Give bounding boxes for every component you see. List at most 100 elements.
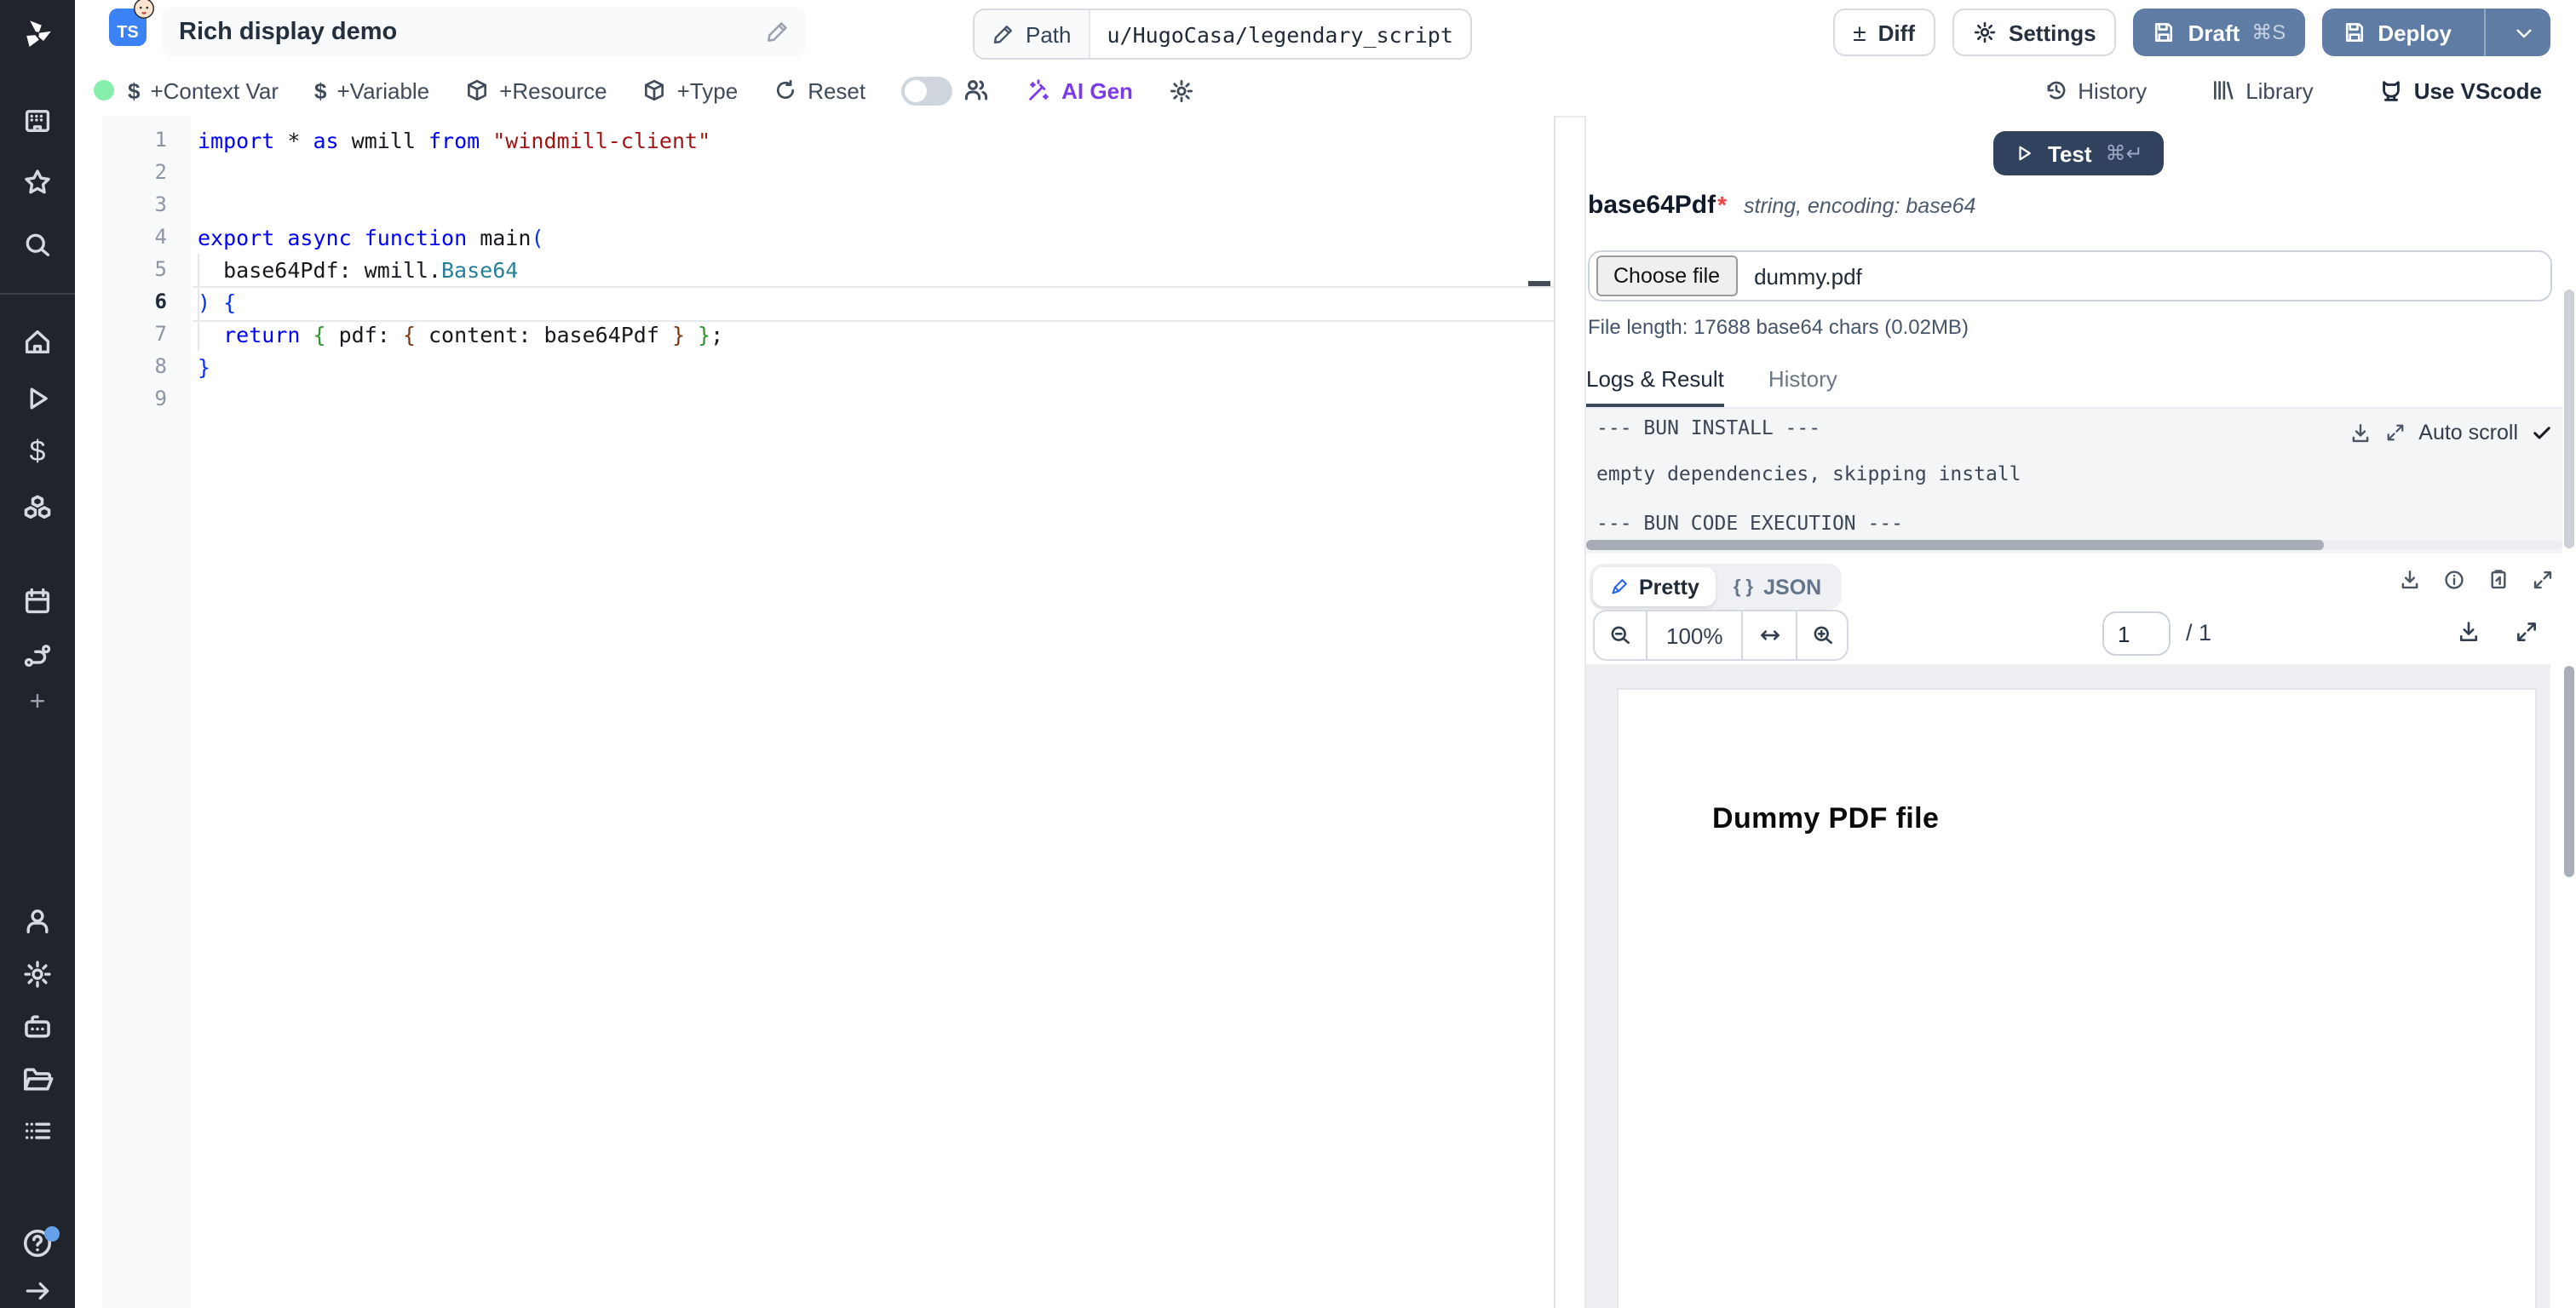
line-number: 4 [154, 225, 167, 249]
line-number: 1 [154, 128, 167, 152]
code-editor[interactable]: 1 2 3 4 5 6 7 8 9 import * as wmill from "windmi… [75, 116, 1554, 1308]
tab-history[interactable]: History [1768, 366, 1837, 407]
path-badge[interactable]: Path u/HugoCasa/legendary_script [973, 9, 1472, 60]
expand-result-icon[interactable] [2532, 569, 2554, 591]
add-plus-icon[interactable]: + [30, 688, 46, 719]
code-line[interactable]: ) { [198, 286, 723, 318]
pdf-page: Dummy PDF file [1617, 688, 2537, 1308]
add-context-var-button[interactable]: $ +Context Var [128, 77, 279, 103]
edit-title-pencil-icon[interactable] [765, 20, 789, 43]
line-number: 7 [154, 322, 167, 346]
info-icon[interactable] [2443, 569, 2465, 591]
people-icon [963, 77, 990, 104]
code-line[interactable]: export async function main( [198, 221, 723, 254]
path-value: u/HugoCasa/legendary_script [1107, 21, 1453, 47]
argument-type: string, encoding: base64 [1744, 194, 1976, 218]
pdf-viewer[interactable]: Dummy PDF file [1586, 664, 2550, 1308]
choose-file-button[interactable]: Choose file [1596, 255, 1738, 296]
pdf-expand-icon[interactable] [2515, 620, 2539, 644]
history-button[interactable]: History [2044, 77, 2147, 103]
deploy-button[interactable]: Deploy [2321, 9, 2550, 56]
windmill-logo-icon[interactable] [20, 17, 55, 51]
pdf-download-icon[interactable] [2457, 620, 2481, 644]
code-content[interactable]: import * as wmill from "windmill-client"… [198, 124, 723, 416]
tab-logs-result[interactable]: Logs & Result [1586, 366, 1724, 407]
home-icon[interactable] [22, 327, 53, 358]
play-icon [2014, 143, 2034, 164]
windmill-script-editor: $ + TS Rich display demo Path u/HugoCasa… [0, 0, 2576, 1308]
code-line[interactable]: import * as wmill from "windmill-client" [198, 124, 723, 157]
collapse-arrow-icon[interactable] [23, 1276, 52, 1305]
status-green-dot [94, 80, 114, 100]
selected-file-name: dummy.pdf [1754, 263, 1862, 289]
code-line[interactable]: return { pdf: { content: base64Pdf } }; [198, 318, 723, 351]
line-number: 5 [154, 257, 167, 281]
code-line[interactable] [198, 383, 723, 416]
download-result-icon[interactable] [2399, 569, 2421, 591]
library-button[interactable]: Library [2211, 77, 2314, 103]
result-tab-json[interactable]: { } JSON [1716, 575, 1838, 599]
collab-toggle-group [901, 76, 990, 105]
folders-icon[interactable] [21, 1064, 54, 1096]
diff-button[interactable]: ± Diff [1832, 9, 1935, 56]
add-variable-button[interactable]: $ +Variable [314, 77, 429, 103]
user-icon[interactable] [22, 906, 53, 937]
pdf-actions [2457, 620, 2539, 644]
variables-dollar-icon[interactable]: $ [30, 437, 46, 469]
auto-scroll-check-icon[interactable] [2532, 422, 2552, 443]
test-button[interactable]: Test ⌘↵ [1993, 131, 2164, 175]
history-clock-icon [2044, 78, 2067, 102]
editor-toolbar: $ +Context Var $ +Variable +Resource +Ty… [75, 65, 2576, 118]
reset-button[interactable]: Reset [773, 77, 865, 103]
schedules-calendar-icon[interactable] [22, 586, 53, 617]
editor-panel-divider[interactable] [1554, 116, 1555, 1308]
apps-icon[interactable] [22, 106, 53, 136]
pdf-page-text: Dummy PDF file [1712, 802, 1940, 835]
log-horizontal-scrollbar-thumb[interactable] [1586, 540, 2324, 550]
favorites-star-icon[interactable] [22, 167, 53, 198]
auto-scroll-label: Auto scroll [2418, 421, 2518, 445]
add-resource-button[interactable]: +Resource [465, 77, 607, 103]
add-type-button[interactable]: +Type [643, 77, 738, 103]
download-logs-icon[interactable] [2349, 422, 2371, 444]
pdf-zoom-percent[interactable]: 100% [1646, 611, 1742, 659]
draft-button[interactable]: Draft ⌘S [2133, 9, 2305, 56]
code-line[interactable] [198, 189, 723, 221]
settings-gear-icon[interactable] [22, 959, 53, 990]
file-input[interactable]: Choose file dummy.pdf [1588, 250, 2552, 301]
header-actions: ± Diff Settings Draft ⌘S Deploy [1832, 9, 2550, 56]
pretty-pen-icon [1610, 577, 1629, 596]
save-icon [2153, 20, 2176, 44]
pdf-zoom-in-button[interactable] [1796, 611, 1848, 659]
editor-settings-gear-icon[interactable] [1169, 77, 1194, 103]
collaboration-toggle[interactable] [901, 76, 953, 105]
expand-logs-icon[interactable] [2384, 422, 2405, 443]
search-icon[interactable] [22, 230, 53, 261]
result-tab-pretty[interactable]: Pretty [1593, 567, 1716, 606]
package-icon [643, 78, 667, 102]
sidebar: $ + [0, 0, 75, 1308]
flows-route-icon[interactable] [22, 640, 53, 671]
use-vscode-button[interactable]: Use VScode [2378, 77, 2542, 103]
braces-icon: { } [1733, 577, 1754, 597]
log-line: --- BUN CODE EXECUTION --- [1596, 511, 1904, 535]
copy-clipboard-icon[interactable] [2487, 569, 2510, 591]
pdf-fit-width-button[interactable] [1741, 611, 1797, 659]
top-header: TS Rich display demo Path u/HugoCasa/leg… [75, 0, 2576, 66]
code-line[interactable]: base64Pdf: wmill.Base64 [198, 254, 723, 286]
workers-robot-icon[interactable] [21, 1011, 54, 1043]
required-asterisk: * [1717, 191, 1727, 218]
runs-play-icon[interactable] [22, 383, 53, 414]
pdf-scrollbar-thumb[interactable] [2564, 666, 2574, 877]
panel-scrollbar-thumb[interactable] [2564, 290, 2574, 548]
script-title-input[interactable]: Rich display demo [162, 7, 806, 56]
resources-cubes-icon[interactable] [21, 493, 54, 525]
settings-button[interactable]: Settings [1952, 9, 2117, 56]
pdf-page-input[interactable]: 1 [2102, 611, 2171, 656]
pdf-zoom-out-button[interactable] [1595, 611, 1646, 659]
ai-gen-button[interactable]: AI Gen [1026, 77, 1133, 103]
audit-logs-list-icon[interactable] [22, 1116, 53, 1146]
deploy-dropdown-caret[interactable] [2498, 9, 2550, 56]
code-line[interactable]: } [198, 351, 723, 383]
code-line[interactable] [198, 157, 723, 189]
